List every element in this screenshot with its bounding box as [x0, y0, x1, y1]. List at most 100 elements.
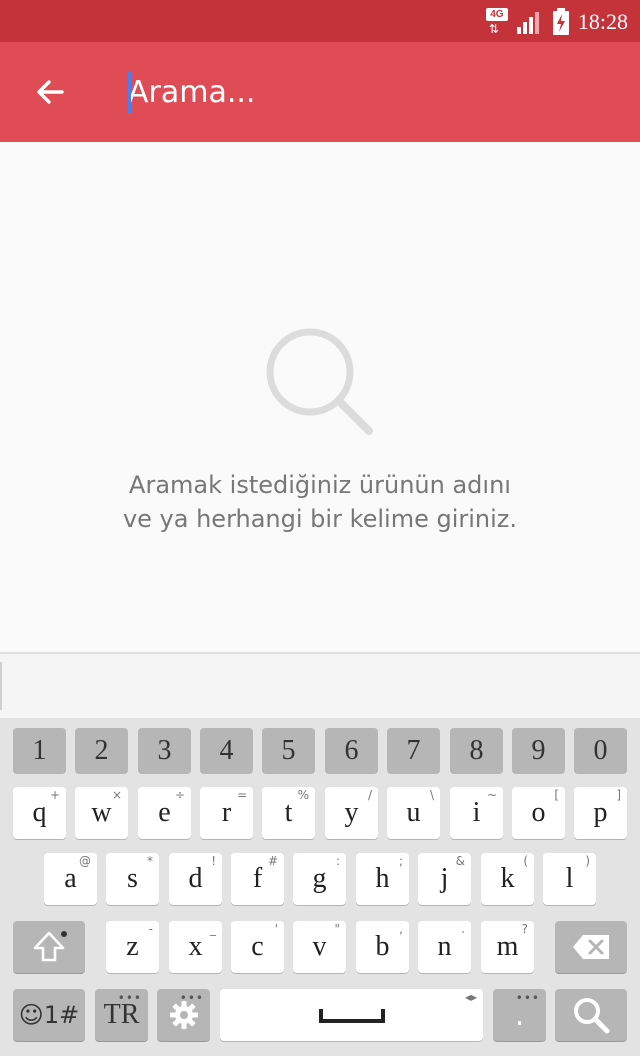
key-hint: [	[554, 788, 559, 802]
key-label: 9	[531, 735, 546, 766]
key-r[interactable]: = r	[200, 787, 253, 839]
back-button[interactable]	[26, 68, 74, 116]
key-hint: ;	[398, 854, 403, 868]
space-key[interactable]: ◂▸	[220, 989, 483, 1041]
clock: 18:28	[577, 9, 628, 34]
key-x[interactable]: _ x	[169, 921, 222, 973]
key-hint: \	[429, 788, 434, 802]
shift-key[interactable]	[13, 921, 85, 973]
status-bar: 4G ⇅ 18:28	[0, 0, 640, 42]
key-v[interactable]: " v	[293, 921, 346, 973]
key-label: 1	[32, 735, 47, 766]
backspace-key[interactable]	[555, 921, 627, 973]
key-k[interactable]: (k	[481, 853, 534, 905]
key-q[interactable]: + q	[13, 787, 66, 839]
text-cursor	[128, 72, 131, 114]
key-2[interactable]: 2	[75, 728, 128, 774]
key-hint: :	[335, 854, 340, 868]
key-l[interactable]: ) l	[543, 853, 596, 905]
key-label: a	[64, 863, 77, 894]
search-key[interactable]	[555, 989, 627, 1041]
search-input[interactable]	[128, 70, 608, 114]
key-4[interactable]: 4	[200, 728, 253, 774]
key-hint: =	[236, 788, 247, 802]
key-p[interactable]: ] p	[574, 787, 627, 839]
symbols-label: ☺1#	[18, 1001, 80, 1029]
key-m[interactable]: ? m	[481, 921, 534, 973]
backspace-icon	[573, 935, 609, 959]
key-label: o	[531, 797, 546, 828]
key-1[interactable]: 1	[13, 728, 66, 774]
key-hint: ×	[111, 788, 122, 802]
search-results-area: Aramak istediğiniz ürünün adını ve ya he…	[0, 142, 640, 652]
key-label: 4	[219, 735, 234, 766]
key-n[interactable]: .n	[418, 921, 471, 973]
key-label: j	[440, 863, 449, 894]
key-label: x	[188, 931, 203, 962]
key-h[interactable]: ; h	[356, 853, 409, 905]
key-hint: %	[297, 788, 309, 802]
key-i[interactable]: ~ i	[450, 787, 503, 839]
key-label: q	[32, 797, 47, 828]
key-hint: (	[523, 854, 528, 868]
key-hint: ~	[486, 788, 497, 802]
key-g[interactable]: :g	[293, 853, 346, 905]
key-b[interactable]: ,b	[356, 921, 409, 973]
battery-charging-icon	[552, 8, 569, 35]
key-j[interactable]: & j	[418, 853, 471, 905]
keyboard: 1 2 3 4 5 6 7 8 9 0 + q × w ÷ e = r % t / y \ u…	[0, 718, 640, 1056]
empty-state-line-1: Aramak istediğiniz ürünün adını	[129, 471, 511, 499]
key-label: k	[500, 863, 515, 894]
key-o[interactable]: [o	[512, 787, 565, 839]
arrow-back-icon	[37, 80, 64, 104]
key-hint: @	[79, 854, 91, 868]
key-hint: )	[585, 854, 590, 868]
settings-key[interactable]: •••	[157, 989, 210, 1041]
key-label: 3	[157, 735, 172, 766]
suggestion-bar-edge	[0, 662, 2, 710]
key-label: n	[437, 931, 452, 962]
key-label: 7	[406, 735, 421, 766]
key-label: t	[284, 797, 293, 828]
key-s[interactable]: * s	[106, 853, 159, 905]
key-c[interactable]: ' c	[231, 921, 284, 973]
key-7[interactable]: 7	[387, 728, 440, 774]
key-e[interactable]: ÷ e	[138, 787, 191, 839]
keyboard-suggestion-bar	[0, 654, 640, 718]
key-hint: *	[147, 854, 153, 868]
key-label: i	[472, 797, 481, 828]
key-a[interactable]: @ a	[44, 853, 97, 905]
key-0[interactable]: 0	[574, 728, 627, 774]
key-label: w	[91, 797, 112, 828]
key-z[interactable]: -z	[106, 921, 159, 973]
key-9[interactable]: 9	[512, 728, 565, 774]
key-hint: _	[210, 922, 216, 936]
key-d[interactable]: ! d	[169, 853, 222, 905]
key-label: 2	[94, 735, 109, 766]
key-y[interactable]: / y	[325, 787, 378, 839]
key-label: r	[221, 797, 232, 828]
key-hint: .	[461, 922, 465, 936]
key-8[interactable]: 8	[450, 728, 503, 774]
key-label: 0	[593, 735, 608, 766]
key-label: 6	[344, 735, 359, 766]
search-icon	[574, 998, 610, 1034]
key-5[interactable]: 5	[262, 728, 315, 774]
key-6[interactable]: 6	[325, 728, 378, 774]
key-3[interactable]: 3	[138, 728, 191, 774]
period-key[interactable]: •••.	[493, 989, 546, 1041]
status-icons: 4G ⇅ 18:28	[485, 6, 628, 38]
key-u[interactable]: \ u	[387, 787, 440, 839]
key-label: b	[375, 931, 390, 962]
cursor-arrows-icon: ◂▸	[464, 990, 477, 1004]
key-label: f	[252, 863, 263, 894]
key-hint: '	[274, 922, 278, 936]
key-f[interactable]: # f	[231, 853, 284, 905]
key-hint: "	[334, 922, 340, 936]
signal-icon	[516, 12, 539, 34]
symbols-key[interactable]: ☺1#	[13, 989, 85, 1041]
key-t[interactable]: % t	[262, 787, 315, 839]
language-key[interactable]: ••• TR	[95, 989, 148, 1041]
key-label: u	[406, 797, 421, 828]
key-w[interactable]: × w	[75, 787, 128, 839]
